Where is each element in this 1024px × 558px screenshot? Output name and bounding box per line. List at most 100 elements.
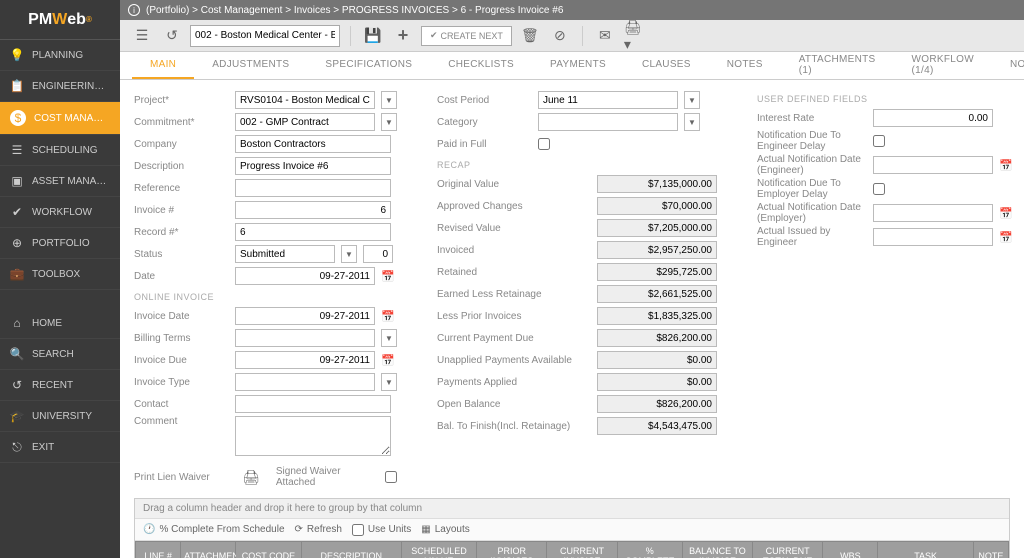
calendar-icon[interactable]: 📅 [381, 310, 397, 323]
project-picker[interactable] [190, 25, 340, 47]
status-field[interactable] [235, 245, 335, 263]
nav-label: UNIVERSITY [32, 411, 110, 422]
reference-field[interactable] [235, 179, 391, 197]
sidebar-item-toolbox[interactable]: 💼TOOLBOX [0, 259, 120, 290]
grid-group-bar[interactable]: Drag a column header and drop it here to… [135, 499, 1009, 519]
actual-notif-engineer-field[interactable] [873, 156, 993, 174]
delete-icon[interactable]: 🗑 [518, 24, 542, 48]
nav-label: EXIT [32, 442, 110, 453]
column-header[interactable]: ATTACHMEN [181, 542, 236, 558]
column-header[interactable]: CURRENT INVOICE [547, 542, 617, 558]
sidebar-item-asset-manageme-[interactable]: ▣ASSET MANAGEME... [0, 166, 120, 197]
billing-terms-field[interactable] [235, 329, 375, 347]
invoice-number-field[interactable] [235, 201, 391, 219]
category-field[interactable] [538, 113, 678, 131]
tab-payments[interactable]: PAYMENTS [532, 52, 624, 79]
breadcrumb: i (Portfolio) > Cost Management > Invoic… [120, 0, 1024, 20]
menu-icon[interactable]: ☰ [130, 24, 154, 48]
description-field[interactable] [235, 157, 391, 175]
column-header[interactable]: PRIOR INVOICES [477, 542, 547, 558]
dropdown-icon[interactable]: ▼ [684, 113, 700, 131]
calendar-icon[interactable]: 📅 [381, 270, 397, 283]
column-header[interactable]: TASK [878, 542, 973, 558]
nav-label: PLANNING [32, 50, 110, 61]
company-field[interactable] [235, 135, 391, 153]
invoice-type-field[interactable] [235, 373, 375, 391]
info-icon[interactable]: i [128, 4, 140, 16]
tab-adjustments[interactable]: ADJUSTMENTS [194, 52, 307, 79]
dropdown-icon[interactable]: ▼ [381, 91, 397, 109]
online-invoice-header: ONLINE INVOICE [134, 292, 397, 302]
history-icon[interactable]: ↺ [160, 24, 184, 48]
balance-to-finish [597, 417, 717, 435]
column-header[interactable]: % COMPLETE [617, 542, 682, 558]
sidebar-item-scheduling[interactable]: ☰SCHEDULING [0, 135, 120, 166]
use-units-toggle[interactable]: Use Units [352, 524, 411, 536]
nav-icon: 💡 [10, 48, 24, 62]
column-header[interactable]: COST CODE [236, 542, 301, 558]
tab-notifications[interactable]: NOTIFICATIONS [992, 52, 1024, 79]
invoice-due-field[interactable] [235, 351, 375, 369]
print-icon[interactable]: 🖨 [242, 469, 260, 486]
tab-workflow-[interactable]: WORKFLOW (1/4) [894, 52, 992, 79]
record-number-field[interactable] [235, 223, 391, 241]
sidebar-item-workflow[interactable]: ✔WORKFLOW [0, 197, 120, 228]
interest-rate-field[interactable] [873, 109, 993, 127]
project-field[interactable] [235, 91, 375, 109]
cost-period-field[interactable] [538, 91, 678, 109]
column-header[interactable]: NOTE [973, 542, 1008, 558]
calendar-icon[interactable]: 📅 [381, 354, 397, 367]
notif-engineer-delay-checkbox[interactable] [873, 135, 885, 147]
column-header[interactable]: DESCRIPTION [301, 542, 401, 558]
date-field[interactable] [235, 267, 375, 285]
sidebar-item-university[interactable]: 🎓UNIVERSITY [0, 401, 120, 432]
calendar-icon[interactable]: 📅 [999, 207, 1015, 220]
actual-issued-field[interactable] [873, 228, 993, 246]
tab-notes[interactable]: NOTES [709, 52, 781, 79]
column-header[interactable]: CURRENT TOTAL DUE [753, 542, 823, 558]
tab-main[interactable]: MAIN [132, 52, 194, 79]
sidebar-item-portfolio[interactable]: ⊕PORTFOLIO [0, 228, 120, 259]
column-header[interactable]: BALANCE TO INVOICE [682, 542, 752, 558]
block-icon[interactable]: ⊘ [548, 24, 572, 48]
calendar-icon[interactable]: 📅 [999, 231, 1015, 244]
contact-field[interactable] [235, 395, 391, 413]
status-code-field[interactable] [363, 245, 393, 263]
dropdown-icon[interactable]: ▼ [684, 91, 700, 109]
sidebar-item-engineering-for-[interactable]: 📋ENGINEERING FOR... [0, 71, 120, 102]
tab-clauses[interactable]: CLAUSES [624, 52, 709, 79]
dropdown-icon[interactable]: ▼ [381, 373, 397, 391]
create-next-button[interactable]: ✔ CREATE NEXT [421, 26, 512, 46]
tab-attachments-[interactable]: ATTACHMENTS (1) [781, 52, 894, 79]
print-icon[interactable]: 🖨 ▾ [623, 24, 647, 48]
signed-waiver-checkbox[interactable] [385, 471, 397, 483]
middle-column: Cost Period▼ Category▼ Paid in Full RECA… [437, 90, 717, 488]
dropdown-icon[interactable]: ▼ [341, 245, 357, 263]
tab-checklists[interactable]: CHECKLISTS [430, 52, 532, 79]
commitment-field[interactable] [235, 113, 375, 131]
actual-notif-employer-field[interactable] [873, 204, 993, 222]
tab-specifications[interactable]: SPECIFICATIONS [307, 52, 430, 79]
dropdown-icon[interactable]: ▼ [381, 329, 397, 347]
sidebar-item-home[interactable]: ⌂HOME [0, 308, 120, 339]
column-header[interactable]: WBS [823, 542, 878, 558]
invoice-date-field[interactable] [235, 307, 375, 325]
paid-in-full-checkbox[interactable] [538, 138, 550, 150]
sidebar-item-exit[interactable]: ⎋EXIT [0, 432, 120, 463]
mail-icon[interactable]: ✉ [593, 24, 617, 48]
sidebar-item-cost-management[interactable]: $COST MANAGEMENT [0, 102, 120, 135]
save-icon[interactable]: 💾 [361, 24, 385, 48]
refresh-button[interactable]: ⟳ Refresh [295, 524, 342, 535]
layouts-button[interactable]: ▦ Layouts [421, 524, 469, 535]
sidebar-item-planning[interactable]: 💡 PLANNING [0, 40, 120, 71]
calendar-icon[interactable]: 📅 [999, 159, 1015, 172]
column-header[interactable]: SCHEDULED VALUE [401, 542, 476, 558]
add-icon[interactable]: + [391, 24, 415, 48]
sidebar-item-search[interactable]: 🔍SEARCH [0, 339, 120, 370]
comment-field[interactable] [235, 416, 391, 456]
notif-employer-delay-checkbox[interactable] [873, 183, 885, 195]
dropdown-icon[interactable]: ▼ [381, 113, 397, 131]
complete-from-schedule-button[interactable]: 🕐 % Complete From Schedule [143, 524, 285, 535]
sidebar-item-recent[interactable]: ↺RECENT [0, 370, 120, 401]
column-header[interactable]: LINE # [136, 542, 181, 558]
